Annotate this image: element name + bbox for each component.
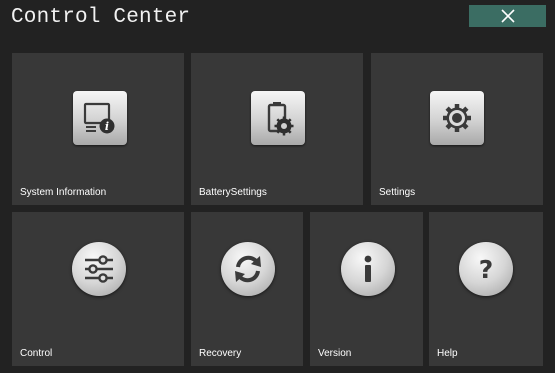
window-title: Control Center — [11, 6, 191, 29]
svg-text:?: ? — [479, 255, 494, 284]
battery-settings-icon — [251, 91, 305, 145]
close-button[interactable] — [469, 5, 546, 27]
tile-recovery[interactable]: Recovery — [191, 212, 303, 366]
tile-help[interactable]: ? Help — [429, 212, 543, 366]
tile-label-help: Help — [437, 348, 458, 359]
sliders-icon — [72, 242, 126, 296]
tile-system-information[interactable]: i System Information — [12, 53, 184, 205]
control-center-window: Control Center i System Information Batt… — [0, 0, 555, 373]
tile-battery-settings[interactable]: BatterySettings — [191, 53, 363, 205]
tile-label-system-information: System Information — [20, 187, 107, 198]
help-icon: ? — [459, 242, 513, 296]
tile-settings[interactable]: Settings — [371, 53, 543, 205]
system-information-icon: i — [73, 91, 127, 145]
close-icon — [500, 9, 515, 23]
tile-label-settings: Settings — [379, 187, 416, 198]
tile-label-battery-settings: BatterySettings — [199, 187, 267, 198]
tile-version[interactable]: Version — [310, 212, 423, 366]
gear-icon — [430, 91, 484, 145]
refresh-icon — [221, 242, 275, 296]
info-icon — [341, 242, 395, 296]
tile-control[interactable]: Control — [12, 212, 184, 366]
svg-text:i: i — [105, 120, 109, 133]
tile-label-control: Control — [20, 348, 53, 359]
tile-label-version: Version — [318, 348, 352, 359]
tile-label-recovery: Recovery — [199, 348, 242, 359]
